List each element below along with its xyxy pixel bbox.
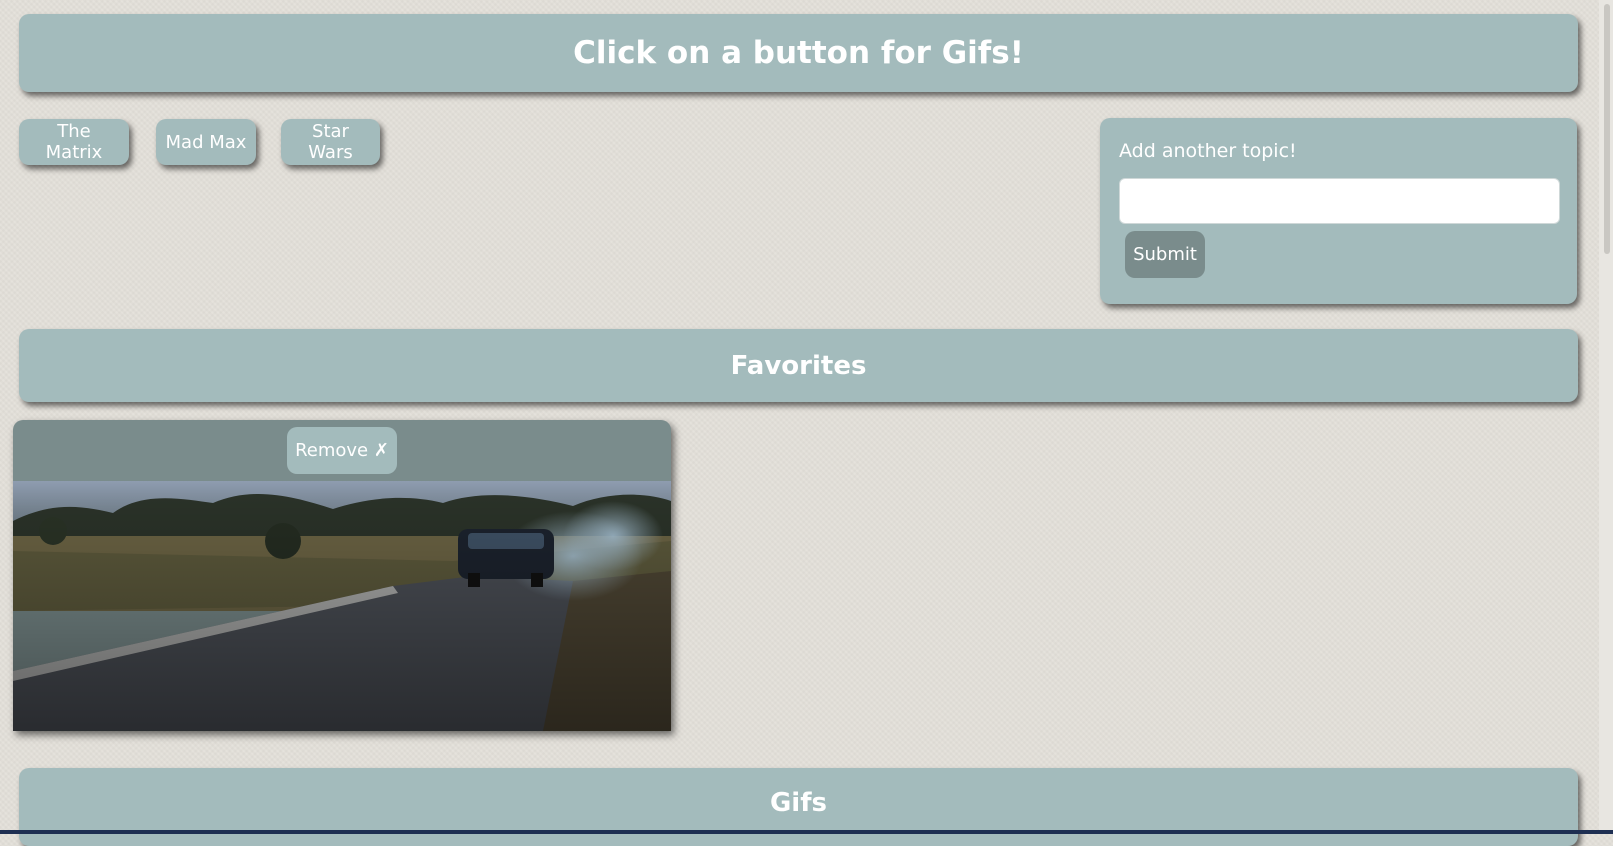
topic-button-star-wars[interactable]: Star Wars (281, 119, 380, 165)
add-topic-label: Add another topic! (1119, 140, 1297, 162)
topic-button-mad-max[interactable]: Mad Max (156, 119, 256, 165)
topic-button-the-matrix[interactable]: The Matrix (19, 119, 129, 165)
add-topic-form: Add another topic! Submit (1100, 118, 1577, 304)
submit-button[interactable]: Submit (1125, 231, 1205, 278)
window-bottom-edge (0, 830, 1613, 834)
page-title: Click on a button for Gifs! (573, 35, 1024, 71)
vertical-scrollbar[interactable] (1599, 0, 1613, 834)
page-title-banner: Click on a button for Gifs! (19, 14, 1578, 92)
add-topic-input[interactable] (1119, 178, 1560, 224)
scrollbar-thumb[interactable] (1604, 4, 1610, 254)
favorites-banner: Favorites (19, 329, 1578, 402)
remove-favorite-button[interactable]: Remove ✗ (287, 427, 397, 474)
favorites-title: Favorites (730, 350, 867, 381)
favorite-gif-card: Remove ✗ (13, 420, 671, 731)
gifs-banner: Gifs (19, 768, 1578, 846)
gifs-title: Gifs (769, 788, 828, 818)
favorite-gif-image[interactable] (13, 481, 671, 731)
